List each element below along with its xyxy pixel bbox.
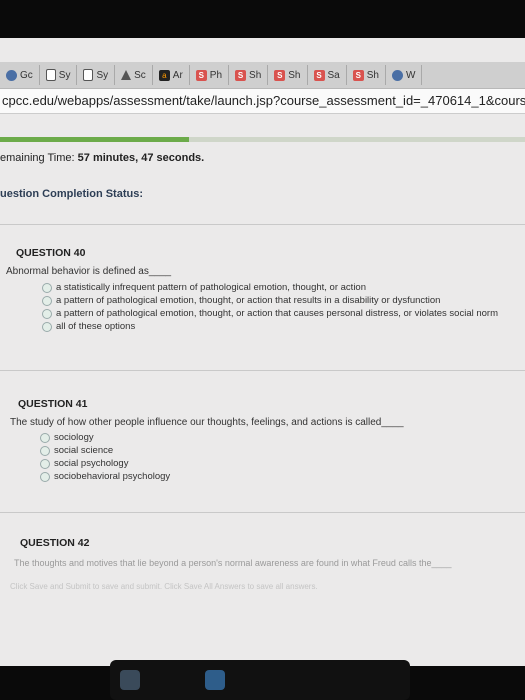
answer-option[interactable]: all of these options [42, 320, 498, 333]
radio-button[interactable] [40, 458, 50, 469]
radio-button[interactable] [42, 308, 52, 319]
address-bar[interactable]: cpcc.edu/webapps/assessment/take/launch.… [0, 89, 525, 114]
app-icon[interactable] [120, 670, 140, 690]
browser-tab[interactable]: S Ph [190, 65, 230, 85]
divider [0, 370, 525, 371]
study-icon: S [313, 69, 325, 81]
answer-options: sociology social science social psycholo… [40, 431, 170, 483]
answer-option[interactable]: a pattern of pathological emotion, thoug… [42, 294, 498, 307]
answer-options: a statistically infrequent pattern of pa… [42, 281, 498, 333]
taskbar [110, 660, 410, 700]
divider [0, 224, 525, 225]
browser-window [0, 38, 525, 666]
site-icon [6, 69, 17, 81]
browser-tab[interactable]: S Sh [347, 65, 386, 85]
radio-button[interactable] [40, 432, 50, 443]
radio-button[interactable] [42, 321, 52, 332]
time-remaining: emaining Time: 57 minutes, 47 seconds. [0, 152, 204, 164]
answer-option[interactable]: a pattern of pathological emotion, thoug… [42, 307, 498, 320]
answer-option[interactable]: social science [40, 444, 170, 457]
answer-option[interactable]: a statistically infrequent pattern of pa… [42, 281, 498, 294]
browser-tab[interactable]: S Sh [229, 65, 269, 85]
study-icon: S [352, 69, 364, 81]
study-icon: S [195, 69, 207, 81]
document-icon [45, 69, 56, 81]
progress-fill [0, 137, 189, 142]
app-icon[interactable] [205, 670, 225, 690]
radio-button[interactable] [40, 445, 50, 456]
browser-tab[interactable]: Gc [0, 65, 40, 85]
browser-tab[interactable]: Sy [40, 65, 78, 85]
question-heading: QUESTION 41 [18, 398, 88, 410]
browser-tab[interactable]: W [386, 65, 423, 85]
study-icon: S [274, 69, 286, 81]
amazon-icon: a [158, 69, 170, 81]
time-remaining-value: 57 minutes, 47 seconds. [77, 152, 205, 164]
divider [0, 512, 525, 513]
browser-tab[interactable]: Sc [115, 65, 153, 85]
answer-option[interactable]: sociology [40, 431, 170, 444]
time-remaining-label: emaining Time: [0, 152, 75, 164]
question-completion-status[interactable]: uestion Completion Status: [0, 188, 143, 200]
question-heading: QUESTION 42 [20, 537, 90, 549]
question-text: Abnormal behavior is defined as____ [6, 266, 172, 277]
browser-tab-strip: Gc Sy Sy Sc a Ar S Ph S Sh S Sh S Sa S Sh W [0, 62, 525, 89]
browser-tab[interactable]: Sy [77, 65, 116, 85]
radio-button[interactable] [40, 471, 50, 482]
document-icon [83, 69, 94, 81]
save-instructions: Click Save and Submit to save and submit… [10, 582, 318, 591]
question-text: The study of how other people influence … [10, 417, 404, 428]
question-heading: QUESTION 40 [16, 247, 86, 259]
radio-button[interactable] [42, 282, 52, 293]
radio-button[interactable] [42, 295, 52, 306]
browser-tab[interactable]: a Ar [153, 65, 190, 85]
answer-option[interactable]: social psychology [40, 457, 170, 470]
question-text: The thoughts and motives that lie beyond… [14, 558, 452, 568]
drive-icon [121, 70, 132, 80]
browser-tab[interactable]: S Sh [268, 65, 308, 85]
browser-tab[interactable]: S Sa [308, 65, 347, 85]
web-icon [391, 69, 403, 81]
study-icon: S [235, 69, 247, 81]
answer-option[interactable]: sociobehavioral psychology [40, 470, 170, 483]
